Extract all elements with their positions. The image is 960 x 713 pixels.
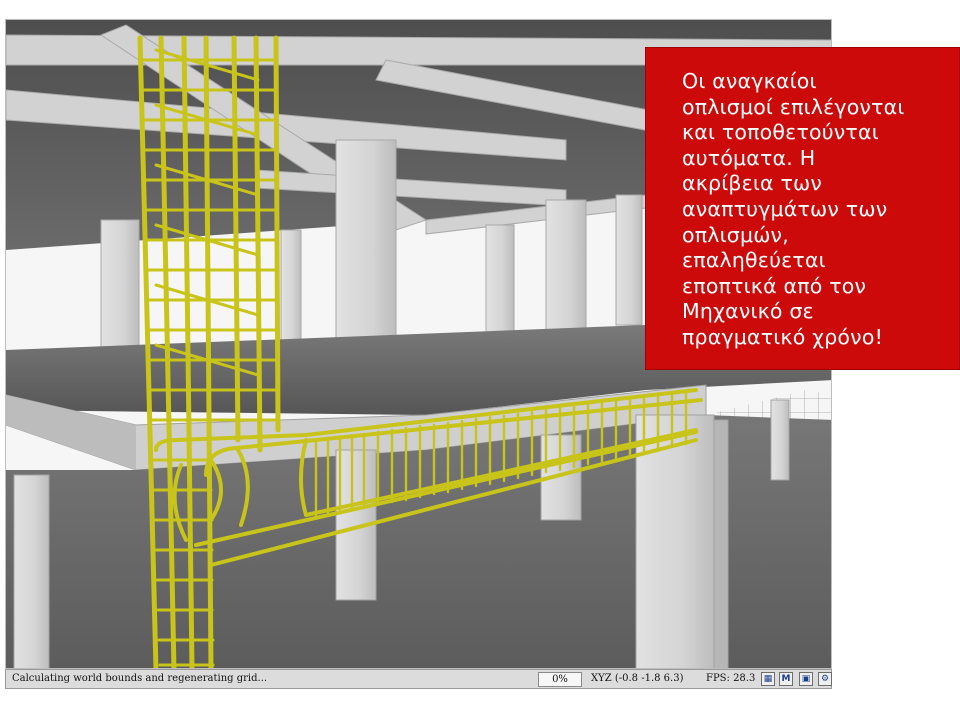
material-icon[interactable]: M (779, 672, 793, 686)
callout-line: και τοποθετούνται (682, 120, 879, 145)
callout-line: επαληθεύεται (682, 248, 826, 273)
callout-line: ακρίβεια των (682, 171, 823, 196)
callout-line: οπλισμοί επιλέγονται (682, 94, 905, 119)
callout-line: αναπτυγμάτων των (682, 196, 888, 221)
status-message: Calculating world bounds and regeneratin… (12, 673, 268, 684)
settings-icon[interactable]: ⚙ (818, 672, 832, 686)
fps-counter: FPS: 28.3 (706, 673, 756, 684)
progress-indicator: 0% (538, 672, 582, 687)
callout-line: πραγματικό χρόνο! (682, 324, 883, 349)
callout-line: αυτόματα. Η (682, 145, 816, 170)
callout-line: Οι αναγκαίοι (682, 69, 817, 93)
snapshot-icon[interactable]: ▣ (799, 672, 813, 686)
callout-line: εποπτικά από τον (682, 273, 867, 298)
callout-line: οπλισμών, (682, 222, 789, 247)
render-mode-icon[interactable]: ▦ (761, 672, 775, 686)
status-bar: Calculating world bounds and regeneratin… (5, 669, 832, 689)
callout-text: Οι αναγκαίοι οπλισμοί επιλέγονται και το… (682, 69, 957, 351)
callout-line: Μηχανικό σε (682, 299, 814, 324)
annotation-callout: Οι αναγκαίοι οπλισμοί επιλέγονται και το… (645, 47, 960, 370)
cursor-coordinates: XYZ (-0.8 -1.8 6.3) (591, 673, 684, 684)
